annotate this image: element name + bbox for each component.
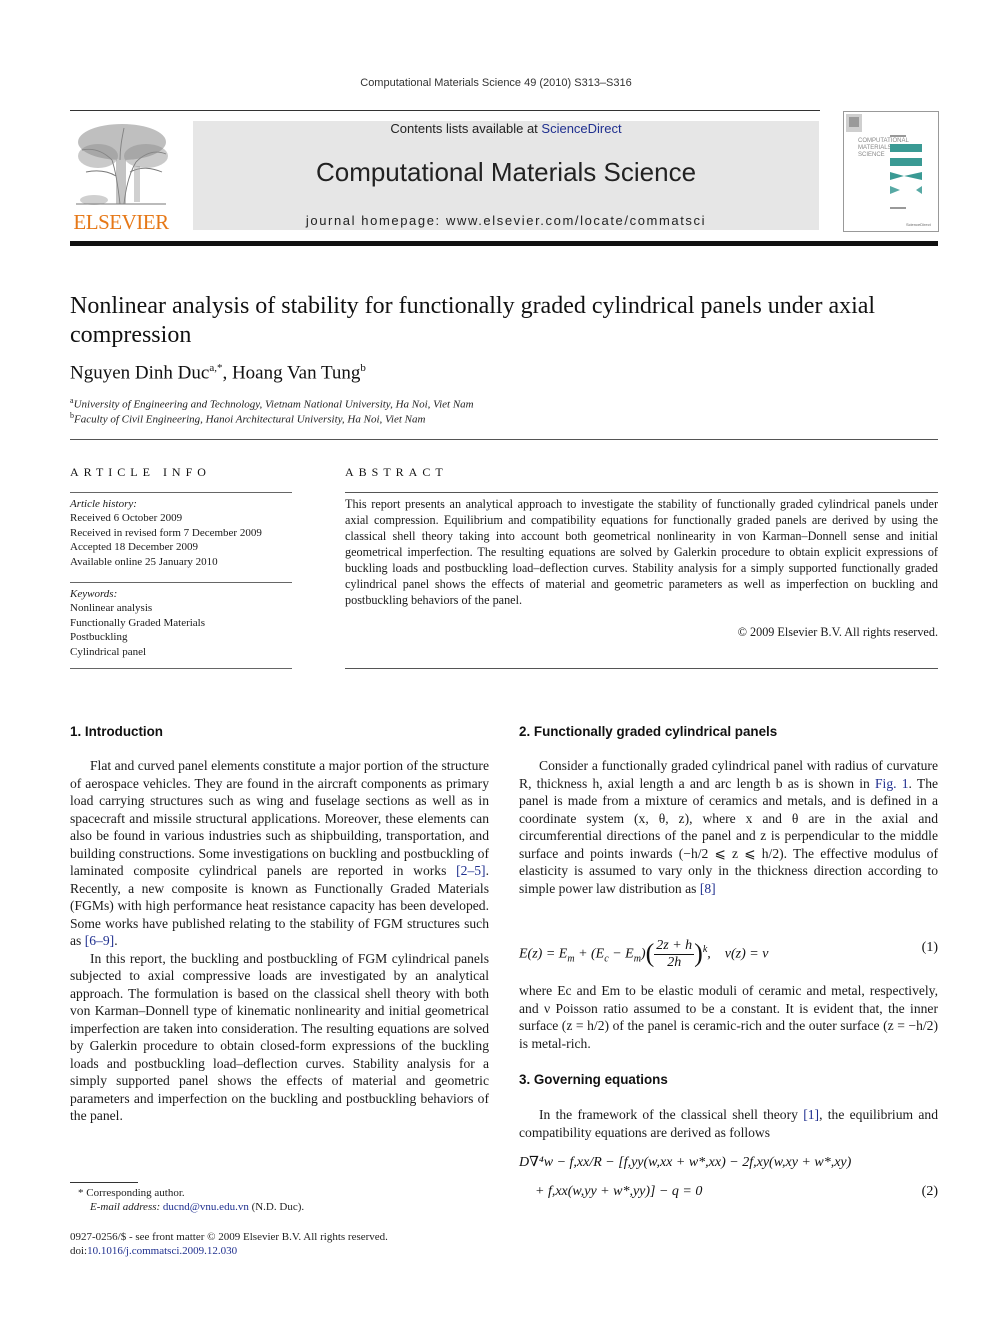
citation-link[interactable]: [6–9]: [85, 933, 114, 948]
info-divider: [70, 668, 292, 669]
equation-2-line-2: + f,xx(w,yy + w*,yy)] − q = 0: [535, 1184, 703, 1199]
elsevier-wordmark: ELSEVIER: [73, 210, 169, 234]
journal-banner: Contents lists available at ScienceDirec…: [193, 121, 819, 230]
affiliation-text: Faculty of Civil Engineering, Hanoi Arch…: [74, 413, 426, 426]
paragraph-text: . The panel is made from a mixture of ce…: [519, 775, 939, 896]
doi-label: doi:: [70, 1245, 88, 1257]
author-marks: b: [360, 362, 366, 374]
citation-link[interactable]: [8]: [700, 881, 716, 896]
journal-title: Computational Materials Science: [315, 157, 697, 187]
cover-line-2: MATERIALS: [858, 145, 892, 151]
cover-art: COMPUTATIONAL MATERIALS SCIENCE ScienceD…: [846, 114, 932, 227]
abstract-text: This report presents an analytical appro…: [345, 497, 938, 607]
section-heading-governing-equations: 3. Governing equations: [519, 1072, 668, 1087]
doi-line: doi:10.1016/j.commatsci.2009.12.030: [70, 1245, 237, 1257]
history-item: Accepted 18 December 2009: [70, 541, 198, 554]
equation-1: E(z) = Em + (Ec − Em)(2z + h 2h)k, ν(z) =…: [519, 930, 938, 970]
keywords: Keywords: Nonlinear analysis Functionall…: [70, 587, 295, 659]
equation-1-render: E(z) = Em + (Ec − Em)(2z + h 2h)k, ν(z) =…: [519, 938, 769, 970]
cover-line-1: COMPUTATIONAL: [858, 138, 909, 144]
paragraph: where Ec and Em to be elastic moduli of …: [519, 983, 938, 1051]
author-separator: ,: [222, 362, 232, 384]
svg-text:ScienceDirect: ScienceDirect: [906, 222, 932, 227]
fg-panels-body-continued: where Ec and Em to be elastic moduli of …: [519, 982, 938, 1052]
tree-icon: [76, 124, 168, 205]
paragraph-text: In the framework of the classical shell …: [539, 1107, 804, 1122]
footnote-rule: [70, 1182, 138, 1183]
cover-line-3: SCIENCE: [858, 152, 885, 158]
keyword-item: Nonlinear analysis: [70, 602, 153, 615]
title-divider: [70, 439, 938, 440]
abstract-heading: ABSTRACT: [345, 465, 448, 479]
article-history: Article history: Received 6 October 2009…: [70, 497, 295, 569]
paragraph: Flat and curved panel elements constitut…: [70, 757, 489, 950]
author-name[interactable]: Nguyen Dinh Duc: [70, 362, 209, 383]
fg-panels-body: Consider a functionally graded cylindric…: [519, 757, 938, 897]
keyword-item: Cylindrical panel: [70, 645, 147, 658]
keywords-label: Keywords:: [70, 588, 118, 600]
paragraph: Consider a functionally graded cylindric…: [519, 757, 938, 897]
doi-link[interactable]: 10.1016/j.commatsci.2009.12.030: [87, 1245, 237, 1257]
email-label: E-mail address:: [90, 1201, 163, 1213]
header-thick-rule: [70, 241, 938, 246]
running-head: Computational Materials Science 49 (2010…: [360, 77, 632, 89]
paragraph: In this report, the buckling and postbuc…: [70, 950, 489, 1124]
contents-line: Contents lists available at ScienceDirec…: [193, 121, 819, 136]
equation-number: (1): [921, 940, 938, 955]
contents-prefix: Contents lists available at: [390, 121, 542, 136]
equation-2-line-1: D∇⁴w − f,xx/R − [f,yy(w,xx + w*,xx) − 2f…: [519, 1155, 852, 1170]
section-heading-introduction: 1. Introduction: [70, 724, 163, 739]
journal-cover-thumbnail[interactable]: COMPUTATIONAL MATERIALS SCIENCE ScienceD…: [843, 111, 939, 232]
history-item: Available online 25 January 2010: [70, 555, 218, 568]
article-info-heading: ARTICLE INFO: [70, 465, 211, 479]
email-suffix: (N.D. Duc).: [248, 1201, 305, 1213]
email-link[interactable]: ducnd@vnu.edu.vn: [163, 1201, 249, 1213]
equation-number: (2): [921, 1184, 938, 1199]
paragraph-text: .: [114, 933, 118, 948]
equation-2: D∇⁴w − f,xx/R − [f,yy(w,xx + w*,xx) − 2f…: [519, 1152, 938, 1212]
affiliation: aUniversity of Engineering and Technolog…: [70, 396, 474, 411]
elsevier-logo[interactable]: ELSEVIER: [70, 120, 172, 234]
author-name[interactable]: Hoang Van Tung: [232, 362, 360, 383]
history-label: Article history:: [70, 498, 137, 510]
info-divider: [70, 492, 292, 493]
governing-body: In the framework of the classical shell …: [519, 1106, 938, 1141]
journal-homepage[interactable]: journal homepage: www.elsevier.com/locat…: [193, 213, 819, 228]
abstract-divider: [345, 668, 938, 669]
affiliation: bFaculty of Civil Engineering, Hanoi Arc…: [70, 411, 425, 426]
footnote-email: E-mail address: ducnd@vnu.edu.vn (N.D. D…: [90, 1201, 304, 1213]
paragraph-text: Flat and curved panel elements constitut…: [70, 758, 489, 878]
sciencedirect-link[interactable]: ScienceDirect: [541, 121, 621, 136]
figure-link[interactable]: Fig. 1: [875, 776, 909, 791]
paragraph: In the framework of the classical shell …: [519, 1106, 938, 1141]
history-item: Received in revised form 7 December 2009: [70, 526, 262, 539]
citation-link[interactable]: [1]: [803, 1107, 819, 1122]
author-list: Nguyen Dinh Duca,*, Hoang Van Tungb: [70, 362, 366, 384]
affiliation-text: University of Engineering and Technology…: [73, 398, 474, 411]
keyword-item: Functionally Graded Materials: [70, 616, 206, 629]
author-marks[interactable]: a,*: [209, 362, 222, 374]
abstract-copyright: © 2009 Elsevier B.V. All rights reserved…: [737, 625, 938, 639]
introduction-body: Flat and curved panel elements constitut…: [70, 757, 489, 1125]
citation-link[interactable]: [2–5]: [456, 863, 485, 878]
section-heading-fg-panels: 2. Functionally graded cylindrical panel…: [519, 724, 778, 739]
issn-line: 0927-0256/$ - see front matter © 2009 El…: [70, 1231, 388, 1243]
header-rule: [70, 110, 820, 111]
abstract-divider: [345, 492, 938, 493]
keyword-item: Postbuckling: [70, 631, 128, 644]
info-divider: [70, 582, 292, 583]
history-item: Received 6 October 2009: [70, 512, 183, 525]
article-title: Nonlinear analysis of stability for func…: [70, 293, 876, 348]
footnote-corresponding: * Corresponding author.: [78, 1187, 185, 1199]
